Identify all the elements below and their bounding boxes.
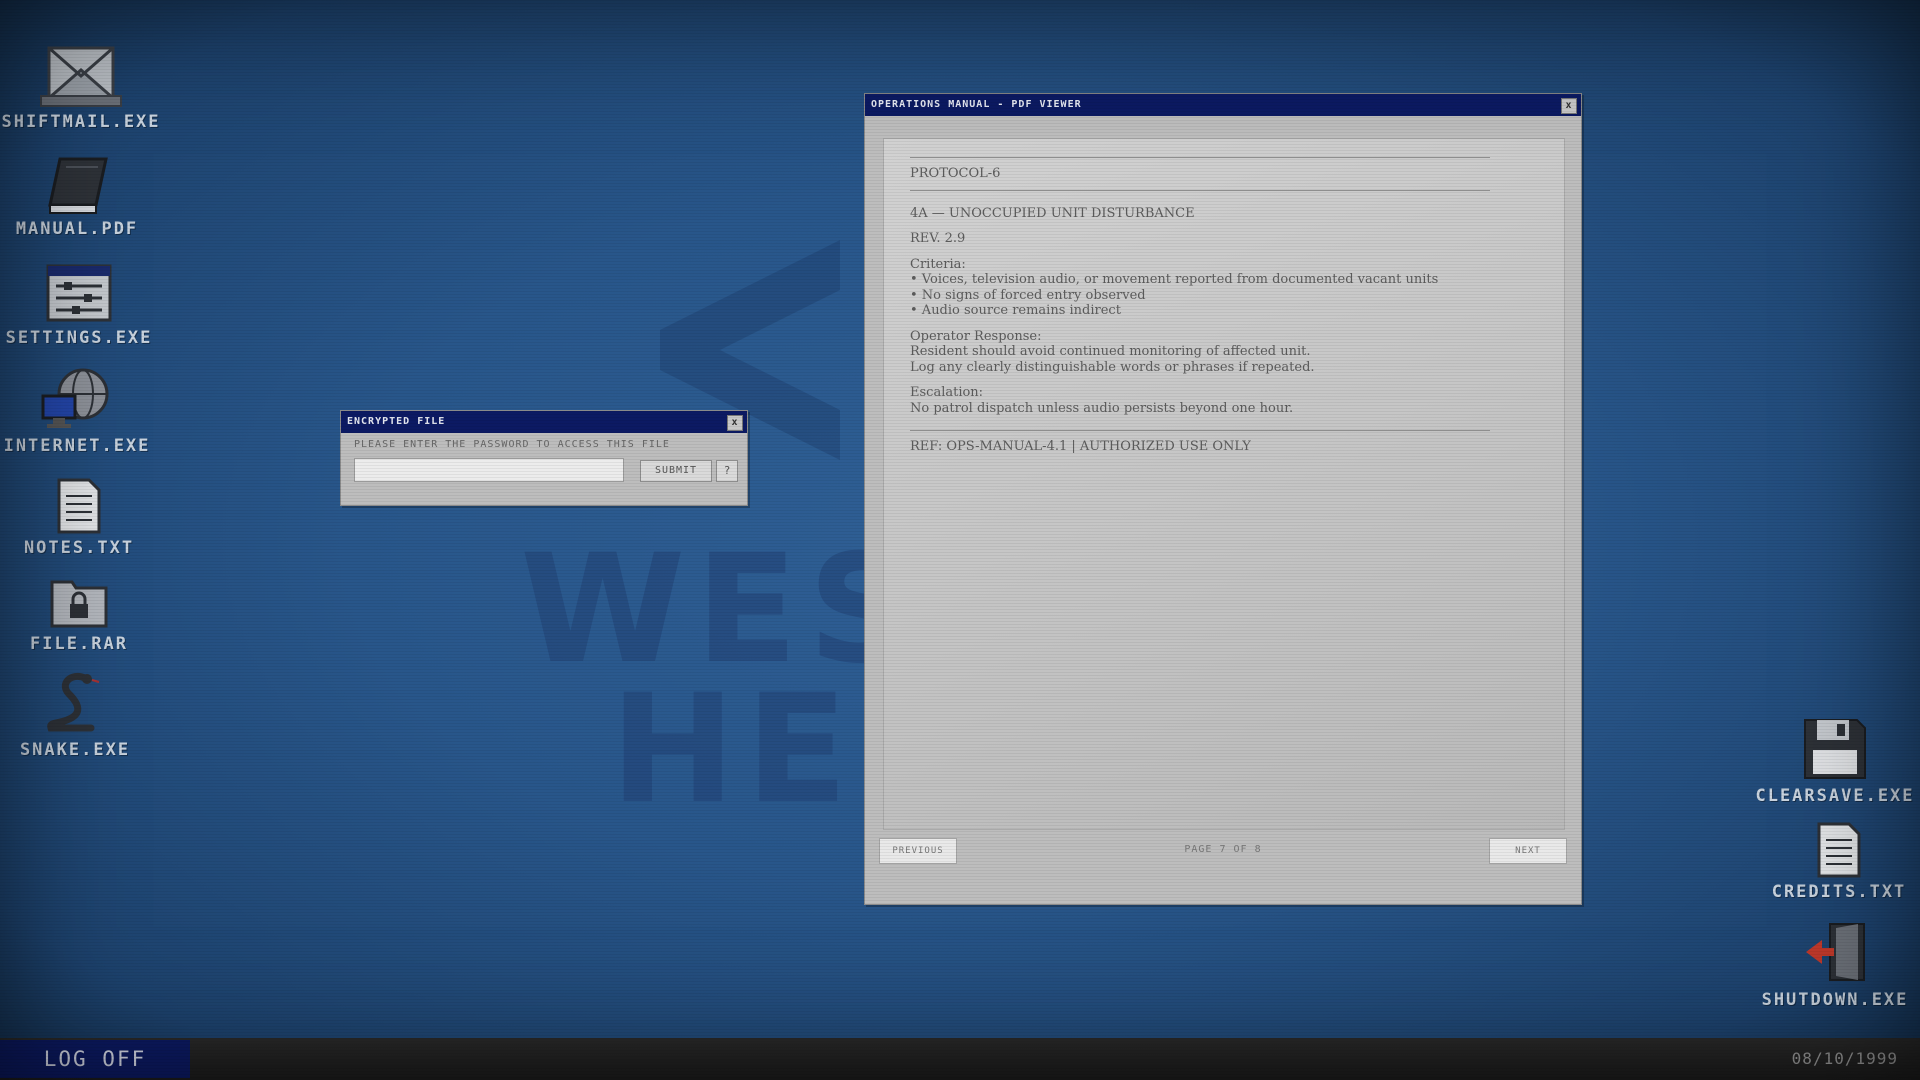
desktop-icon-settings[interactable]: SETTINGS.EXE (0, 262, 164, 348)
locked-folder-icon (50, 580, 108, 628)
submit-button[interactable]: SUBMIT (640, 460, 712, 482)
desktop-icon-label: SETTINGS.EXE (5, 328, 153, 348)
globe-computer-icon (41, 368, 109, 428)
pdf-navigation: PREVIOUS PAGE 7 OF 8 NEXT (865, 829, 1581, 869)
desktop-icon-label: CLEARSAVE.EXE (1755, 786, 1915, 806)
text-document-icon (1817, 822, 1861, 878)
desktop-icon-label: CREDITS.TXT (1771, 882, 1907, 902)
password-input[interactable] (354, 458, 624, 482)
desktop-icon-label: MANUAL.PDF (15, 219, 139, 239)
criteria-heading: Criteria: (910, 256, 966, 272)
response-line: Log any clearly distinguishable words or… (910, 359, 1315, 375)
desktop-icon-shutdown[interactable]: SHUTDOWN.EXE (1750, 920, 1920, 1010)
encrypted-dialog-title: ENCRYPTED FILE (347, 416, 446, 427)
book-icon (48, 157, 108, 214)
criteria-item: • Voices, television audio, or movement … (910, 272, 1439, 287)
pdf-viewer-titlebar[interactable]: OPERATIONS MANUAL - PDF VIEWER x (865, 94, 1581, 116)
criteria-item: • Audio source remains indirect (910, 303, 1121, 318)
help-button[interactable]: ? (716, 460, 738, 482)
desktop-icon-label: NOTES.TXT (23, 538, 135, 558)
pdf-viewer-title: OPERATIONS MANUAL - PDF VIEWER (871, 99, 1082, 110)
settings-panel-icon (46, 264, 112, 322)
response-line: Resident should avoid continued monitori… (910, 344, 1311, 359)
desktop-icon-label: SHUTDOWN.EXE (1761, 990, 1909, 1010)
response-heading: Operator Response: (910, 328, 1042, 344)
criteria-item: • No signs of forced entry observed (910, 287, 1146, 303)
document-body: PROTOCOL-6 4A — UNOCCUPIED UNIT DISTURBA… (910, 157, 1550, 455)
text-document-icon (57, 478, 101, 534)
desktop-icon-notes[interactable]: NOTES.TXT (0, 478, 164, 558)
password-prompt: PLEASE ENTER THE PASSWORD TO ACCESS THIS… (354, 439, 670, 450)
page-indicator: PAGE 7 OF 8 (1184, 844, 1262, 855)
encrypted-dialog-close-button[interactable]: x (727, 415, 743, 431)
escalation-heading: Escalation: (910, 385, 984, 400)
desktop-icon-file-rar[interactable]: FILE.RAR (0, 574, 164, 654)
taskbar-date: 08/10/1999 (1791, 1049, 1898, 1068)
desktop-icon-label: INTERNET.EXE (3, 436, 151, 456)
encrypted-dialog-titlebar[interactable]: ENCRYPTED FILE x (341, 411, 747, 433)
pdf-viewer-close-button[interactable]: x (1561, 98, 1577, 114)
desktop-icon-label: SHIFTMAIL.EXE (1, 112, 161, 132)
desktop-icon-credits[interactable]: CREDITS.TXT (1754, 822, 1920, 902)
exit-door-icon (1806, 923, 1865, 981)
snake-icon (47, 673, 100, 732)
desktop-icon-snake[interactable]: SNAKE.EXE (0, 670, 160, 760)
desktop-icon-manual[interactable]: MANUAL.PDF (0, 155, 162, 239)
encrypted-file-dialog: ENCRYPTED FILE x PLEASE ENTER THE PASSWO… (340, 410, 748, 506)
log-off-button[interactable]: LOG OFF (0, 1040, 190, 1078)
floppy-disk-icon (1804, 719, 1866, 779)
desktop-icon-label: SNAKE.EXE (19, 740, 131, 760)
next-page-button[interactable]: NEXT (1489, 838, 1567, 864)
pdf-page: PROTOCOL-6 4A — UNOCCUPIED UNIT DISTURBA… (883, 138, 1565, 830)
protocol-title: PROTOCOL-6 (910, 166, 1001, 181)
taskbar: LOG OFF 08/10/1999 (0, 1038, 1920, 1080)
revision: REV. 2.9 (910, 231, 966, 246)
desktop-icon-internet[interactable]: INTERNET.EXE (0, 366, 162, 456)
desktop-icon-shiftmail[interactable]: SHIFTMAIL.EXE (0, 40, 166, 132)
desktop-icon-clearsave[interactable]: CLEARSAVE.EXE (1750, 716, 1920, 806)
section-heading: 4A — UNOCCUPIED UNIT DISTURBANCE (910, 205, 1195, 221)
mail-icon (40, 46, 122, 107)
desktop-icon-label: FILE.RAR (30, 634, 128, 654)
document-reference: REF: OPS-MANUAL-4.1 | AUTHORIZED USE ONL… (910, 439, 1251, 454)
pdf-viewer-window: OPERATIONS MANUAL - PDF VIEWER x PROTOCO… (864, 93, 1582, 905)
escalation-line: No patrol dispatch unless audio persists… (910, 400, 1294, 416)
